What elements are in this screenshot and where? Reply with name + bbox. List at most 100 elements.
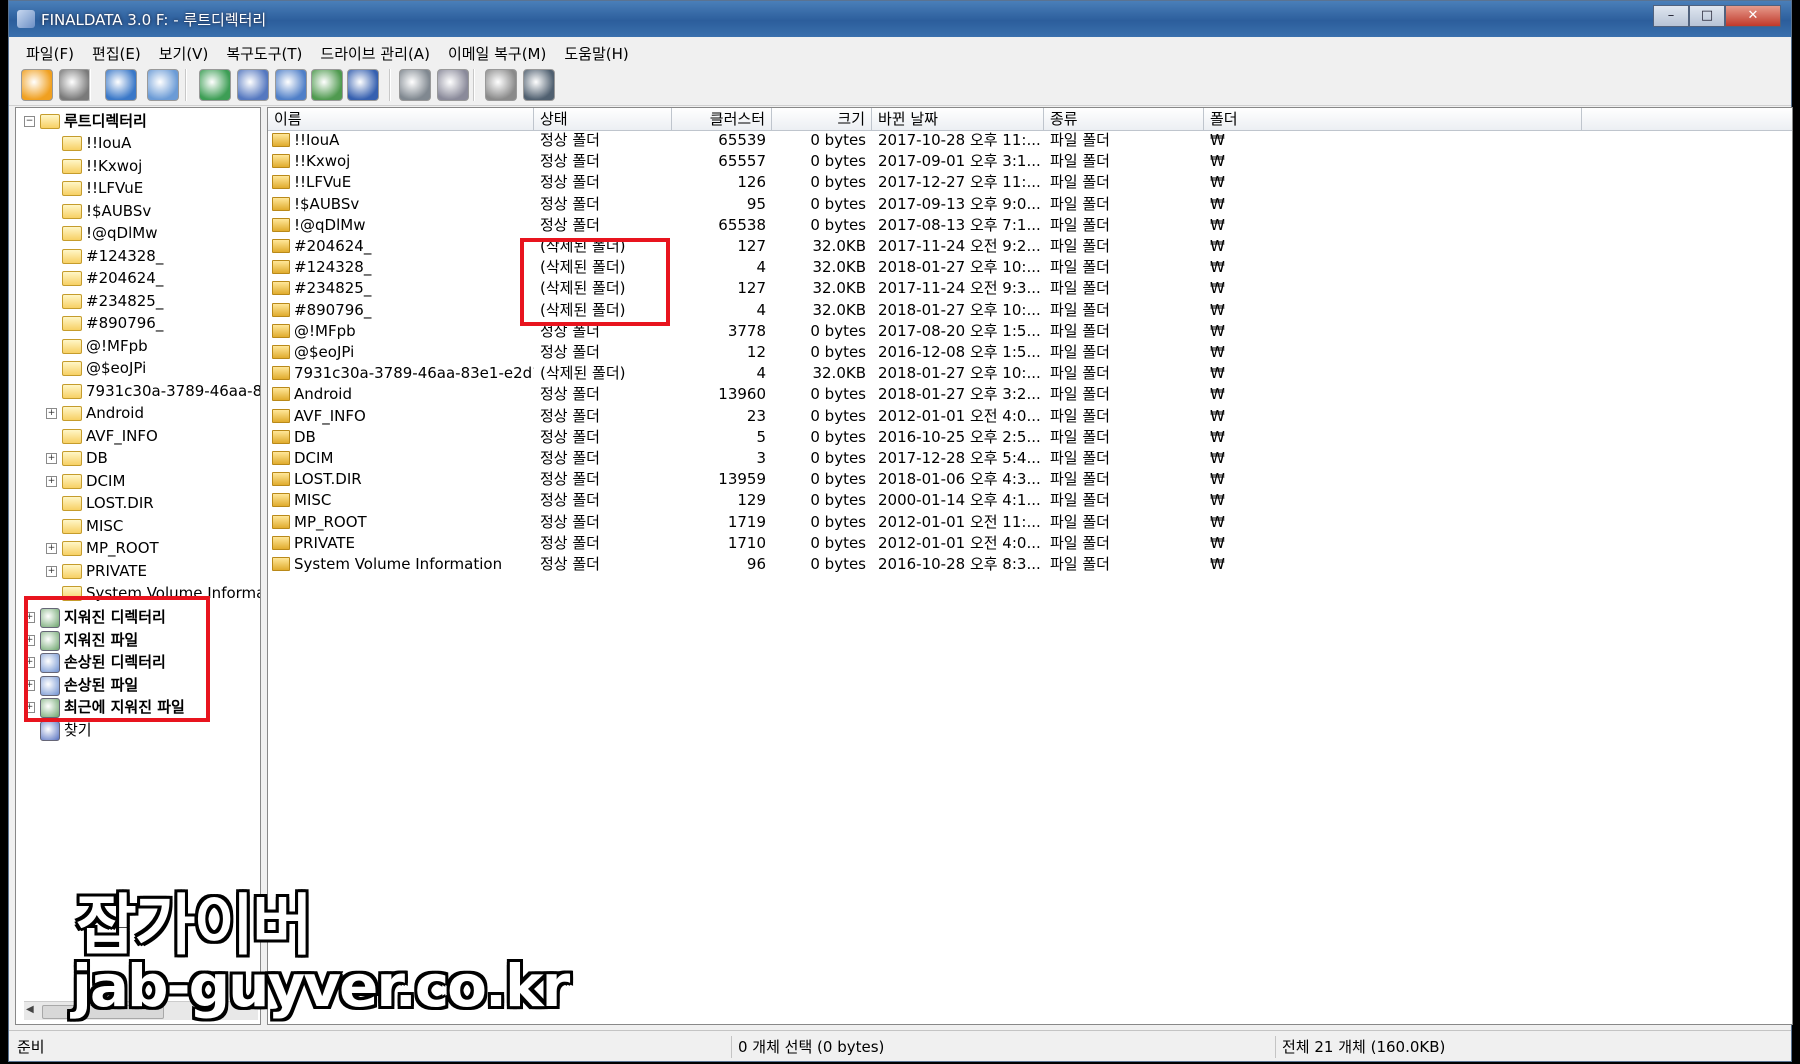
tree-node[interactable]: + DCIM xyxy=(16,470,256,492)
column-header[interactable]: 종류 xyxy=(1044,108,1204,130)
table-row[interactable]: Android 정상 폴더 13960 0 bytes 2018-01-27 오후 3:… xyxy=(268,384,1792,405)
tree-icon[interactable] xyxy=(275,69,307,101)
expand-icon[interactable]: + xyxy=(46,475,57,487)
copy-drive-icon[interactable] xyxy=(199,69,231,101)
table-row[interactable]: DCIM 정상 폴더 3 0 bytes 2017-12-28 오후 5:4... 파일 … xyxy=(268,448,1792,469)
highlight-box-recovery-nodes xyxy=(24,596,210,722)
cell-status: 정상 폴더 xyxy=(540,131,600,149)
table-row[interactable]: !$AUBSv 정상 폴더 95 0 bytes 2017-09-13 오후 9:0..… xyxy=(268,194,1792,215)
table-row[interactable]: #124328_ (삭제된 폴더) 4 32.0KB 2018-01-27 오후 10:… xyxy=(268,257,1792,278)
cell-date: 2000-01-14 오후 4:1... xyxy=(878,491,1041,510)
menu-item[interactable]: 복구도구(T) xyxy=(217,39,311,63)
table-row[interactable]: DB 정상 폴더 5 0 bytes 2016-10-25 오후 2:5... 파일 폴더… xyxy=(268,427,1792,448)
table-row[interactable]: LOST.DIR 정상 폴더 13959 0 bytes 2018-01-06 오후 4… xyxy=(268,469,1792,490)
menu-item[interactable]: 이메일 복구(M) xyxy=(439,39,555,63)
cell-size: 32.0KB xyxy=(812,258,866,277)
close-button[interactable]: ✕ xyxy=(1725,5,1781,27)
tree-node[interactable]: + PRIVATE xyxy=(16,560,256,582)
column-header[interactable]: 바뀐 날짜 xyxy=(872,108,1044,130)
folder-icon xyxy=(62,248,82,264)
cell-cluster: 127 xyxy=(737,279,766,298)
cell-name: #234825_ xyxy=(294,279,372,298)
zoom-icon[interactable] xyxy=(399,69,431,101)
table-row[interactable]: MP_ROOT 정상 폴더 1719 0 bytes 2012-01-01 오전 11:… xyxy=(268,512,1792,533)
tree-node[interactable]: MISC xyxy=(16,515,256,537)
tree-node[interactable]: #204624_ xyxy=(16,267,256,289)
collapse-icon[interactable]: − xyxy=(24,116,35,127)
tree-node[interactable]: @$eoJPi xyxy=(16,357,256,379)
save-icon[interactable] xyxy=(59,69,91,101)
cell-folder: ₩ xyxy=(1210,215,1225,234)
folder-icon xyxy=(62,541,82,556)
table-row[interactable]: @$eoJPi 정상 폴더 12 0 bytes 2016-12-08 오후 1:5..… xyxy=(268,342,1792,363)
tree-node[interactable]: 7931c30a-3789-46aa-8 xyxy=(16,380,260,402)
column-header[interactable]: 클러스터 xyxy=(672,108,772,130)
table-row[interactable]: !!LFVuE 정상 폴더 126 0 bytes 2017-12-27 오후 11:.… xyxy=(268,172,1792,193)
status-bar: 준비 0 개체 선택 (0 bytes) 전체 21 개체 (160.0KB) xyxy=(9,1030,1791,1061)
folder-icon xyxy=(62,181,82,196)
table-row[interactable]: PRIVATE 정상 폴더 1710 0 bytes 2012-01-01 오전 4:0… xyxy=(268,533,1792,554)
tree-node[interactable]: !!Kxwoj xyxy=(16,155,256,177)
table-row[interactable]: AVF_INFO 정상 폴더 23 0 bytes 2012-01-01 오전 4:0.… xyxy=(268,406,1792,427)
column-header[interactable]: 크기 xyxy=(772,108,872,130)
table-row[interactable]: 7931c30a-3789-46aa-83e1-e2d1... (삭제된 폴더) 4… xyxy=(268,363,1792,384)
tree-node[interactable]: LOST.DIR xyxy=(16,492,256,514)
details-view-icon[interactable] xyxy=(347,69,379,101)
cell-date: 2017-09-01 오후 3:1... xyxy=(878,152,1041,171)
menu-item[interactable]: 보기(V) xyxy=(150,39,218,63)
expand-icon[interactable]: + xyxy=(46,408,57,419)
menu-item[interactable]: 드라이브 관리(A) xyxy=(311,39,439,63)
tree-node[interactable]: AVF_INFO xyxy=(16,425,256,447)
tree-node[interactable]: #890796_ xyxy=(16,312,256,334)
cell-size: 0 bytes xyxy=(810,512,866,531)
cell-kind: 파일 폴더 xyxy=(1050,258,1110,277)
column-header[interactable]: 상태 xyxy=(534,108,672,130)
table-row[interactable]: #204624_ (삭제된 폴더) 127 32.0KB 2017-11-24 오전 9… xyxy=(268,236,1792,257)
maximize-button[interactable]: □ xyxy=(1689,5,1725,27)
tree-node[interactable]: #124328_ xyxy=(16,245,256,267)
cell-folder: ₩ xyxy=(1210,237,1225,255)
tree-node[interactable]: + DB xyxy=(16,447,256,469)
table-row[interactable]: !!IouA 정상 폴더 65539 0 bytes 2017-10-28 오후 11:… xyxy=(268,130,1792,151)
search-icon[interactable] xyxy=(105,69,137,101)
expand-icon[interactable]: + xyxy=(46,453,57,464)
table-row[interactable]: #890796_ (삭제된 폴더) 4 32.0KB 2018-01-27 오후 10:… xyxy=(268,300,1792,321)
column-header[interactable]: 폴더 xyxy=(1204,108,1582,130)
view-icon[interactable] xyxy=(437,69,469,101)
menu-item[interactable]: 파일(F) xyxy=(17,39,83,63)
tree-list-icon[interactable] xyxy=(311,69,343,101)
table-row[interactable]: MISC 정상 폴더 129 0 bytes 2000-01-14 오후 4:1... 파… xyxy=(268,490,1792,511)
tree-node[interactable]: !!IouA xyxy=(16,132,256,154)
column-header[interactable]: 이름 xyxy=(268,108,534,130)
expand-icon[interactable]: + xyxy=(46,565,57,577)
tree-node[interactable]: + Android xyxy=(16,402,256,424)
tree-node[interactable]: #234825_ xyxy=(16,290,256,312)
cell-cluster: 4 xyxy=(756,300,766,319)
add-icon[interactable] xyxy=(485,69,517,101)
tree-node[interactable]: !$AUBSv xyxy=(16,200,256,222)
table-row[interactable]: #234825_ (삭제된 폴더) 127 32.0KB 2017-11-24 오전 9… xyxy=(268,278,1792,299)
menu-item[interactable]: 도움말(H) xyxy=(555,39,637,63)
menu-item[interactable]: 편집(E) xyxy=(83,39,150,63)
table-row[interactable]: System Volume Information 정상 폴더 96 0 bytes 2… xyxy=(268,554,1792,575)
tree-node[interactable]: !@qDlMw xyxy=(16,222,256,244)
tree-node[interactable]: + MP_ROOT xyxy=(16,537,256,559)
move-icon[interactable] xyxy=(237,69,269,101)
preview-icon[interactable] xyxy=(523,69,555,101)
folder-icon xyxy=(272,472,290,487)
table-row[interactable]: !!Kxwoj 정상 폴더 65557 0 bytes 2017-09-01 오후 3:… xyxy=(268,151,1792,172)
cell-date: 2017-09-13 오후 9:0... xyxy=(878,194,1041,213)
settings-gear-icon[interactable] xyxy=(147,69,179,101)
tree-node[interactable]: !!LFVuE xyxy=(16,177,256,199)
table-row[interactable]: !@qDlMw 정상 폴더 65538 0 bytes 2017-08-13 오후 7:… xyxy=(268,215,1792,236)
tree-node-label: MISC xyxy=(86,516,124,535)
table-row[interactable]: @!MFpb 정상 폴더 3778 0 bytes 2017-08-20 오후 1:5.… xyxy=(268,321,1792,342)
scroll-left-icon[interactable]: ◀ xyxy=(26,1004,34,1015)
minimize-button[interactable]: – xyxy=(1653,5,1689,27)
file-list[interactable]: 이름 상태 클러스터 크기 바뀐 날짜 종류 폴더 !!IouA 정상 폴더 65539 0 by… xyxy=(267,107,1793,1025)
title-bar[interactable]: FINALDATA 3.0 F: - 루트디렉터리 – □ ✕ xyxy=(9,1,1791,37)
cell-size: 0 bytes xyxy=(810,194,866,213)
open-icon[interactable] xyxy=(21,69,53,101)
expand-icon[interactable]: + xyxy=(46,543,57,554)
tree-node[interactable]: @!MFpb xyxy=(16,335,256,357)
